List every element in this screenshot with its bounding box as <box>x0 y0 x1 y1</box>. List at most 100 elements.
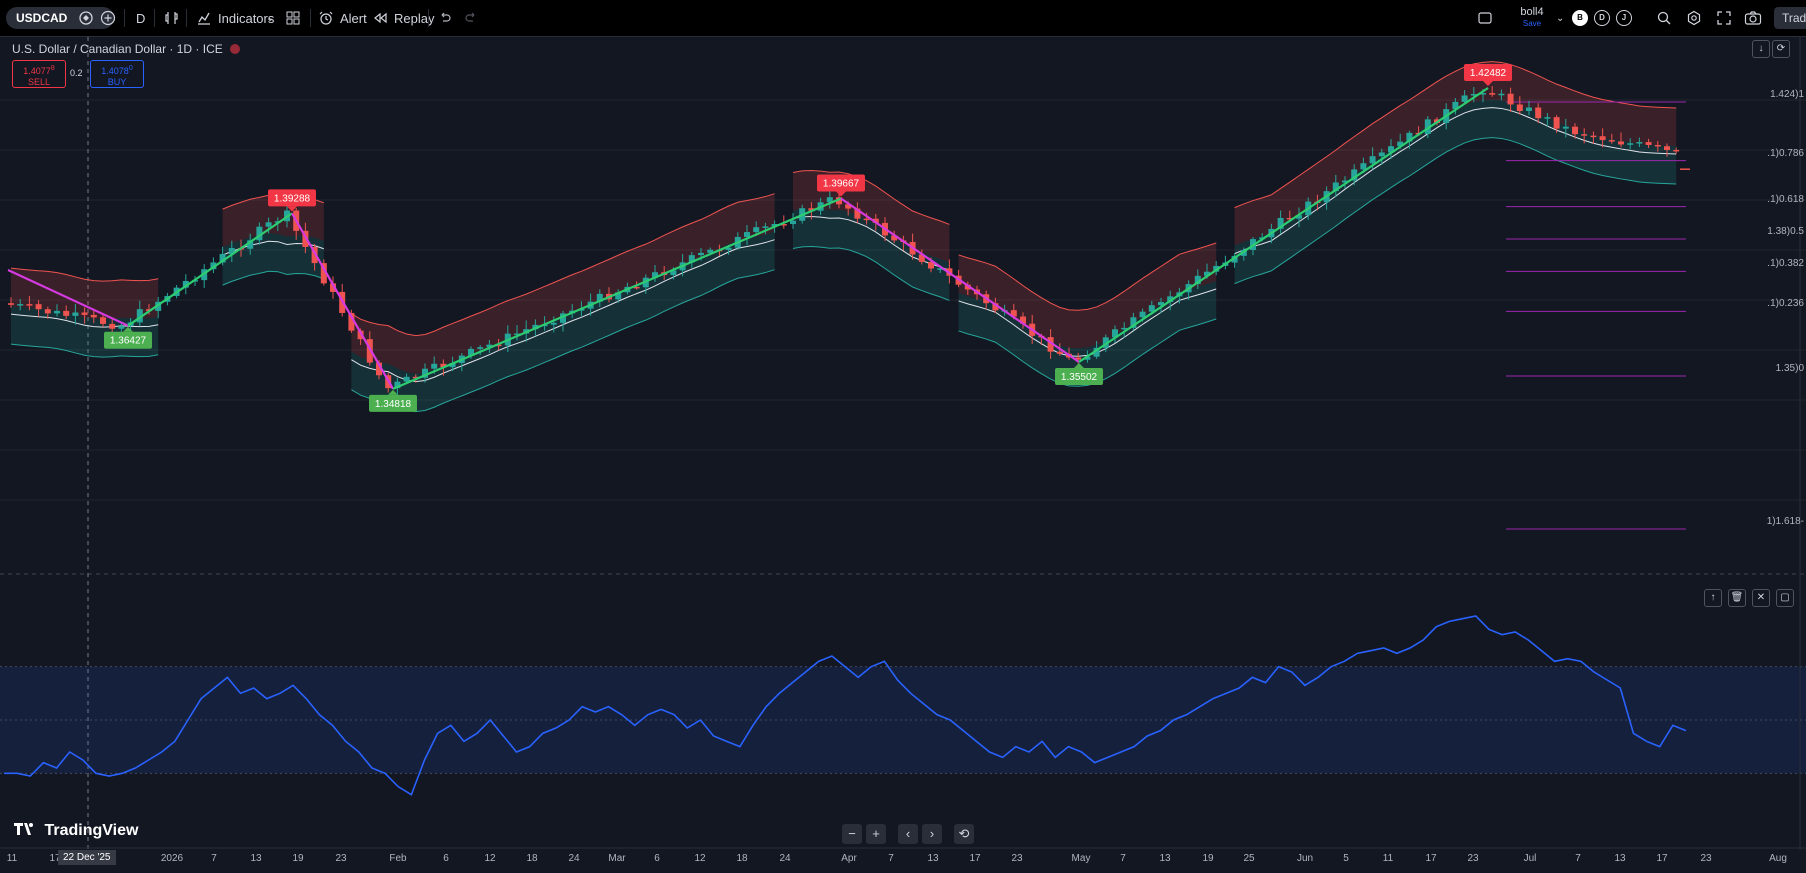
indicators-icon <box>198 12 210 25</box>
candle-body <box>72 312 79 316</box>
zoom-in-button[interactable]: + <box>866 824 886 844</box>
candle-body <box>744 232 750 237</box>
fib-level-label: -1.618(1 <box>1766 516 1804 527</box>
buy-button[interactable]: 1.40780 BUY <box>90 60 144 88</box>
redo-icon[interactable] <box>464 0 478 36</box>
time-axis-label: 6 <box>654 853 660 864</box>
candle-body <box>1516 104 1523 112</box>
replay-button[interactable]: Replay <box>372 0 434 36</box>
top-toolbar: USDCAD D Indicators ⌄ Alert Replay boll4… <box>0 0 1806 37</box>
candle-body <box>1139 311 1146 318</box>
toolbar-divider <box>124 9 125 27</box>
symbol-search[interactable]: USDCAD <box>6 7 114 29</box>
time-axis-label: Jul <box>1523 853 1537 864</box>
interval-label: D <box>136 10 146 26</box>
indicators-button[interactable]: Indicators <box>196 0 274 36</box>
pivot-price-text: 1.36427 <box>110 336 147 347</box>
time-axis-label: 24 <box>779 853 791 864</box>
alert-button[interactable]: Alert <box>318 0 367 36</box>
fullscreen-icon[interactable] <box>1716 0 1732 36</box>
maximize-pane-icon[interactable]: ▢ <box>1776 589 1794 607</box>
buy-label: BUY <box>107 77 127 87</box>
reset-chart-button[interactable]: ⟲ <box>954 824 974 844</box>
scroll-left-button[interactable]: ‹ <box>898 824 918 844</box>
candle-body <box>1654 144 1661 147</box>
candle-body <box>790 220 796 225</box>
candle-body <box>1645 142 1652 145</box>
alert-label: Alert <box>340 10 367 26</box>
add-symbol-icon[interactable] <box>100 0 116 36</box>
candle-body <box>550 322 557 325</box>
time-axis-label: 23 <box>335 853 347 864</box>
select-layout-icon[interactable] <box>1478 0 1492 36</box>
time-axis-label: 7 <box>211 853 217 864</box>
toolbar-divider <box>428 9 429 27</box>
candle-body <box>1618 141 1624 145</box>
watchlist-badge[interactable]: B <box>1572 10 1588 26</box>
time-axis-label: 23 <box>1467 853 1479 864</box>
delete-pane-icon[interactable]: 🗑 <box>1728 589 1746 607</box>
pivot-price-text: 1.35502 <box>1061 372 1098 383</box>
pivot-price-text: 1.34818 <box>375 399 412 410</box>
refresh-icon[interactable]: ⟳ <box>1772 40 1790 58</box>
candle-body <box>1599 136 1606 141</box>
time-axis-label: 12 <box>694 853 706 864</box>
tradingview-logo: TradingView <box>14 822 138 840</box>
move-pane-up-icon[interactable]: ↑ <box>1704 589 1722 607</box>
symbol-description: U.S. Dollar / Canadian Dollar · 1D · ICE <box>12 42 223 56</box>
watermark-text: TradingView <box>44 822 139 839</box>
time-axis-label: Feb <box>389 853 407 864</box>
time-axis-label: 17 <box>969 853 981 864</box>
candle-body <box>1562 126 1569 129</box>
zoom-out-button[interactable]: − <box>842 824 862 844</box>
time-axis-label: Aug <box>1769 853 1787 864</box>
watchlist-badge[interactable]: D <box>1594 10 1610 26</box>
spread-value: 0.2 <box>70 68 83 78</box>
zigzag-down-segment <box>291 212 394 390</box>
layout-save-button[interactable]: boll4 Save <box>1512 7 1552 29</box>
interval-button[interactable]: D <box>136 0 145 36</box>
watchlist-badge[interactable]: J <box>1616 10 1632 26</box>
layout-dropdown-icon[interactable]: ⌄ <box>1556 0 1564 36</box>
fib-level-label: 1(1.424 <box>1770 89 1804 100</box>
time-axis-label: Mar <box>608 853 626 864</box>
scroll-down-icon[interactable]: ↓ <box>1752 40 1770 58</box>
scroll-right-button[interactable]: › <box>922 824 942 844</box>
price-chart-canvas[interactable]: 1.36427 1.39288 1.34818 1.39667 1.35502 1.424… <box>0 37 1806 873</box>
candle-body <box>35 304 42 310</box>
sell-label: SELL <box>27 77 51 87</box>
indicators-dropdown-icon[interactable]: ⌄ <box>266 0 274 36</box>
zigzag-up-segment <box>392 197 842 390</box>
time-axis-label: 12 <box>484 853 496 864</box>
candle-body <box>403 376 410 382</box>
chart-type-icon[interactable] <box>164 0 180 36</box>
candle-body <box>1673 149 1680 152</box>
camera-icon[interactable] <box>1744 0 1762 36</box>
symbol-label: USDCAD <box>16 11 68 25</box>
collapse-pane-icon[interactable]: ✕ <box>1752 589 1770 607</box>
rewind-icon <box>374 12 387 24</box>
time-axis-label: 13 <box>1614 853 1626 864</box>
candle-body <box>1572 126 1578 135</box>
fib-level-label: 0.5(1.38 <box>1767 226 1804 237</box>
symbol-compare-icon[interactable] <box>78 0 94 36</box>
trade-button[interactable]: Trade <box>1774 7 1806 29</box>
fib-level-label: 0.236(1. <box>1767 298 1804 310</box>
undo-icon[interactable] <box>438 0 452 36</box>
time-axis-label: 23 <box>1700 853 1712 864</box>
sell-button[interactable]: 1.40778 SELL <box>12 60 66 88</box>
time-axis-label: 2026 <box>160 853 184 864</box>
time-axis-label: Apr <box>841 853 857 864</box>
fib-level-label: 0.618(1. <box>1767 193 1804 205</box>
time-axis-label: 18 <box>526 853 538 864</box>
quick-search-icon[interactable] <box>1656 0 1672 36</box>
candle-body <box>1498 93 1505 96</box>
candle-body <box>1608 140 1615 142</box>
candle-body <box>8 303 14 305</box>
settings-icon[interactable] <box>1686 0 1702 36</box>
buy-price-superscript: 0 <box>128 65 133 72</box>
time-axis-label: May <box>1071 853 1091 864</box>
templates-icon[interactable] <box>285 0 301 36</box>
candle-body <box>1627 143 1634 145</box>
candle-body <box>265 222 272 227</box>
